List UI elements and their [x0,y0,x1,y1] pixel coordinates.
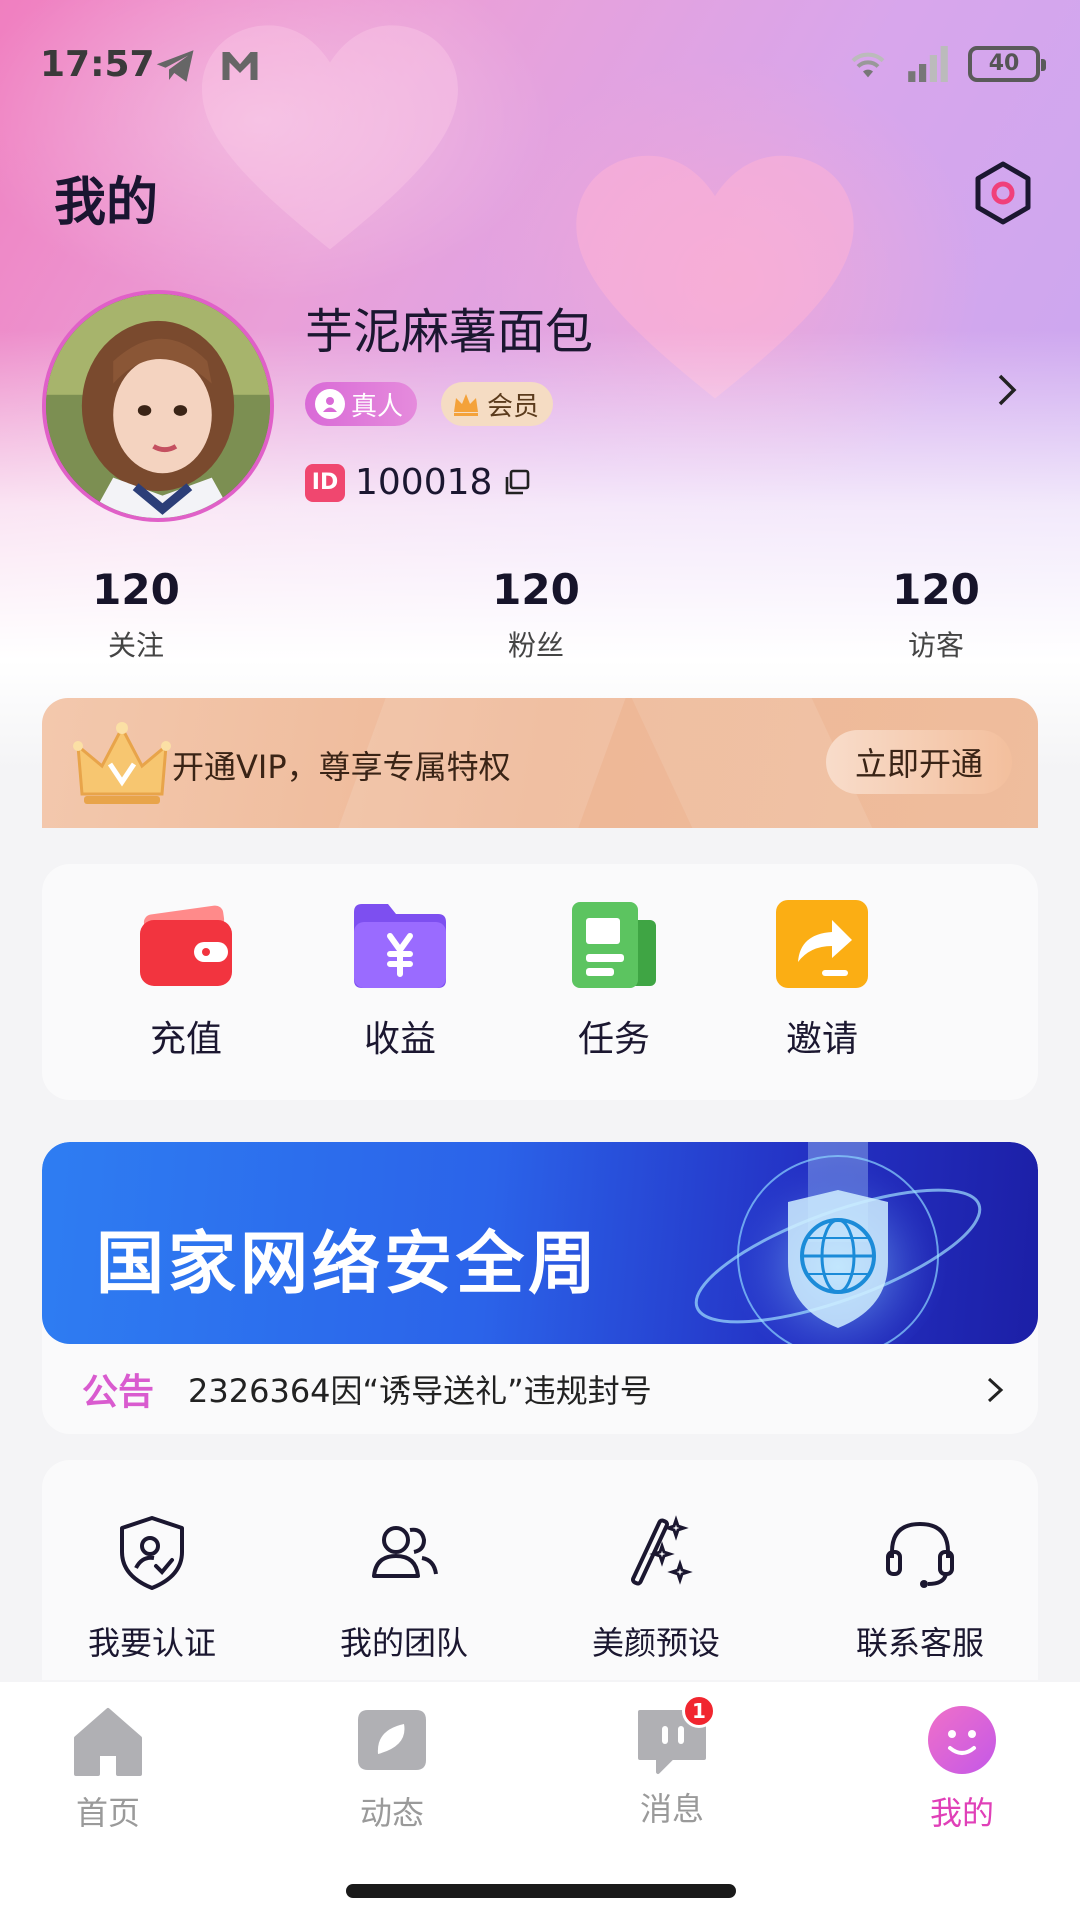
service-beauty[interactable]: 美颜预设 [546,1512,766,1664]
status-bar: 17:57 40 [0,0,1080,130]
quick-invite[interactable]: 邀请 [722,896,922,1062]
avatar[interactable] [42,290,274,522]
smiley-icon [928,1706,996,1774]
magic-wand-icon [630,1515,693,1586]
share-invite-icon [776,900,868,988]
vip-banner[interactable]: 开通VIP，尊享专属特权 立即开通 [42,698,1038,828]
tab-home[interactable]: 首页 [38,1702,178,1834]
quick-tasks[interactable]: 任务 [514,896,714,1062]
team-icon [372,1526,438,1578]
badge-real-person: 真人 [305,382,418,426]
vip-promo-text: 开通VIP，尊享专属特权 [172,748,511,786]
id-icon: ID [305,463,345,502]
service-verify[interactable]: 我要认证 [42,1512,262,1664]
stat-following-label: 关注 [107,629,164,662]
home-icon [74,1708,142,1776]
banner-title: 国家网络安全周 [96,1225,601,1304]
settings-icon[interactable] [970,160,1036,226]
quick-tasks-label: 任务 [577,1019,650,1060]
tab-messages-icon-wrap: 1 [632,1694,716,1778]
screen: 17:57 40 我的 芋泥麻薯面包 真人 会员 ID 100018 120 关… [0,0,1080,1920]
quick-recharge[interactable]: 充值 [86,896,286,1062]
badge-member-label: 会员 [487,391,540,422]
notice-text: 2326364因“诱导送礼”违规封号 [188,1372,652,1410]
wifi-icon [851,52,885,78]
nickname: 芋泥麻薯面包 [305,304,594,360]
quick-actions-card: 充值 收益 任务 邀请 [42,864,1038,1100]
tab-moments-label: 动态 [359,1794,424,1832]
home-indicator [346,1884,736,1898]
announcement-card: 国家网络安全周 公告 2326364因“诱导送礼”违规封号 [42,1142,1038,1434]
task-icon [572,902,656,988]
battery-icon: 40 [968,46,1046,82]
quick-recharge-label: 充值 [149,1019,222,1060]
stat-fans[interactable]: 120 粉丝 [436,565,636,664]
service-team-label: 我的团队 [339,1624,468,1662]
stat-following[interactable]: 120 关注 [36,565,236,664]
tab-moments[interactable]: 动态 [322,1702,462,1834]
copy-icon[interactable] [502,468,532,498]
stat-fans-count: 120 [492,565,580,614]
service-support[interactable]: 联系客服 [810,1512,1030,1664]
service-team[interactable]: 我的团队 [294,1512,514,1664]
signal-icon [908,46,948,82]
tab-messages-label: 消息 [639,1790,704,1828]
status-system-icons: 40 [848,46,1046,82]
headset-icon [886,1521,954,1588]
moments-icon [358,1710,426,1770]
stat-visitors-count: 120 [892,565,980,614]
badge-row: 真人 会员 [305,382,554,426]
status-time: 17:57 [40,44,155,85]
tab-mine[interactable]: 我的 [892,1702,1032,1834]
vip-open-button[interactable]: 立即开通 [826,730,1012,794]
tab-mine-label: 我的 [929,1794,994,1832]
tab-home-label: 首页 [75,1794,140,1832]
security-shield-globe-icon [694,1142,982,1344]
user-id: 100018 [355,462,493,503]
stats-row: 120 关注 120 粉丝 120 访客 [0,565,1080,675]
status-notification-icons [155,48,261,84]
stat-fans-label: 粉丝 [507,629,564,662]
person-icon [315,389,345,419]
quick-invite-label: 邀请 [785,1019,858,1060]
badge-member: 会员 [441,382,554,426]
gmail-icon [222,52,258,80]
telegram-icon [156,50,194,82]
wallet-icon [140,905,232,986]
tab-messages[interactable]: 1 消息 [602,1694,742,1830]
quick-earnings[interactable]: 收益 [300,896,500,1062]
service-support-label: 联系客服 [855,1624,984,1662]
user-id-row: ID 100018 [305,462,532,503]
stat-visitors[interactable]: 120 访客 [836,565,1036,664]
page-title: 我的 [54,173,159,233]
service-beauty-label: 美颜预设 [591,1624,720,1662]
earnings-folder-icon [354,904,446,988]
service-verify-label: 我要认证 [87,1624,216,1662]
badge-real-label: 真人 [351,391,404,422]
vip-crown-icon [73,722,171,804]
stat-following-count: 120 [92,565,180,614]
services-card: 我要认证 我的团队 美颜预设 联系客服 [42,1460,1038,1680]
quick-earnings-label: 收益 [363,1019,436,1060]
message-unread-badge: 1 [682,1694,716,1728]
promo-banner[interactable]: 国家网络安全周 [42,1142,1038,1344]
avatar-photo [46,294,270,518]
notice-chevron-right-icon [987,1377,1004,1403]
stat-visitors-label: 访客 [907,629,964,662]
profile-chevron-right-icon[interactable] [992,370,1022,410]
notice-tag: 公告 [82,1372,155,1413]
verify-shield-icon [120,1516,184,1590]
crown-icon [454,394,479,416]
notice-row[interactable]: 公告 2326364因“诱导送礼”违规封号 [42,1344,1038,1434]
